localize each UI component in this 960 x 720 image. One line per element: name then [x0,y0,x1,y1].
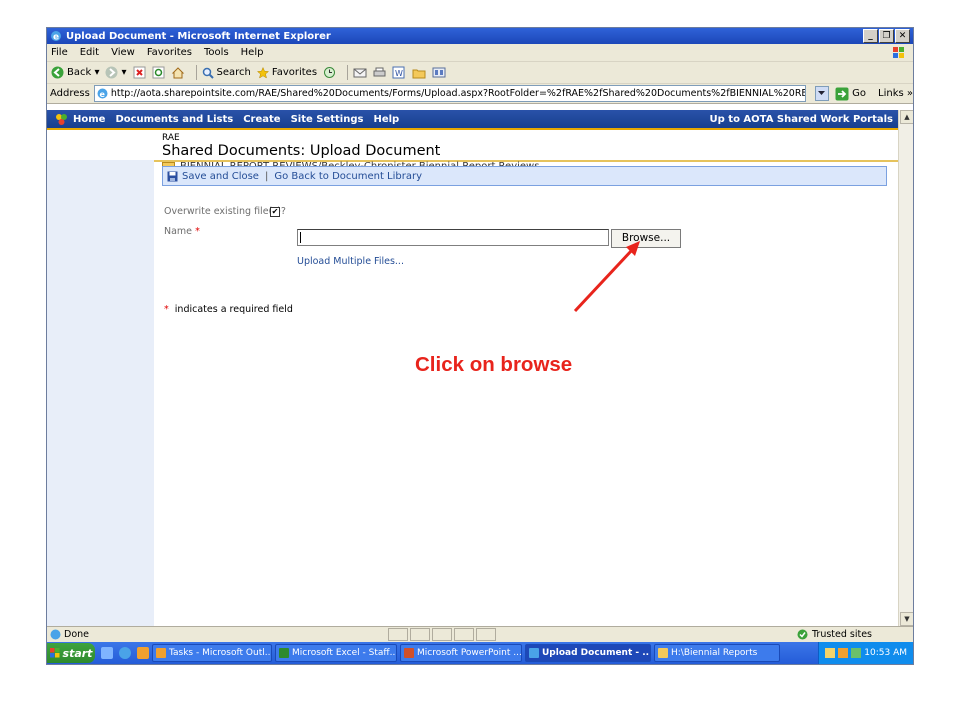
search-button[interactable]: Search [202,67,251,79]
task-label: Microsoft PowerPoint ... [417,648,522,658]
start-button[interactable]: start [47,643,95,663]
menu-file[interactable]: File [51,47,68,58]
status-cell [476,628,496,641]
check-icon [797,629,808,640]
search-label: Search [216,67,251,78]
favorites-button[interactable]: Favorites [256,66,318,79]
refresh-icon[interactable] [152,66,165,79]
toolbar-separator [195,65,197,80]
status-text: Done [64,629,89,640]
menu-bar: File Edit View Favorites Tools Help [47,44,913,62]
address-bar: Address e http://aota.sharepointsite.com… [47,84,913,104]
star-icon [256,66,269,79]
ie-icon: e [51,31,61,43]
vertical-scrollbar[interactable]: ▲ ▼ [898,110,913,626]
menu-favorites[interactable]: Favorites [147,47,192,58]
windows-taskbar: start Tasks - Microsoft Outl... Microsof… [47,642,913,664]
ie-icon [529,648,539,658]
quicklaunch-ie-icon[interactable] [119,647,131,659]
back-label: Back [67,67,92,78]
toolbar-separator [347,65,349,80]
print-icon[interactable] [373,67,386,79]
instruction-callout: Click on browse [415,353,573,376]
windows-flag-icon [49,648,60,658]
address-input[interactable]: e http://aota.sharepointsite.com/RAE/Sha… [93,85,806,102]
quicklaunch-outlook-icon[interactable] [137,647,149,659]
links-label: Links [878,88,904,99]
forward-arrow-icon [105,66,118,79]
system-tray: 10:53 AM [818,642,913,664]
powerpoint-icon [404,648,414,658]
security-zone-label: Trusted sites [812,629,873,640]
search-icon [202,67,214,79]
task-label: Microsoft Excel - Staff... [292,648,397,658]
start-label: start [62,646,93,660]
history-icon[interactable] [323,66,336,79]
menu-view[interactable]: View [111,47,135,58]
window-title: Upload Document - Microsoft Internet Exp… [66,30,331,42]
go-button[interactable]: Go [835,87,866,101]
mail-icon[interactable] [353,67,367,79]
page-content: Home Documents and Lists Create Site Set… [47,110,899,626]
go-arrow-icon [835,87,849,100]
status-cell [388,628,408,641]
outlook-tray-icon[interactable] [838,648,849,658]
task-biennial-reports-folder[interactable]: H:\Biennial Reports [654,644,780,662]
menu-edit[interactable]: Edit [80,47,99,58]
security-zone: Trusted sites [793,629,913,640]
favorites-label: Favorites [271,67,318,78]
task-upload-document[interactable]: Upload Document - ... [525,644,651,662]
menu-tools[interactable]: Tools [204,47,229,58]
restore-button[interactable]: ❐ [879,29,894,43]
mail-tray-icon[interactable] [825,648,836,658]
status-cell [410,628,430,641]
scroll-up-icon[interactable]: ▲ [900,110,913,124]
back-arrow-icon [51,66,64,79]
chevron-down-icon [818,91,826,95]
clock: 10:53 AM [864,648,907,658]
task-excel[interactable]: Microsoft Excel - Staff... [275,644,397,662]
status-cell [454,628,474,641]
svg-text:e: e [53,33,59,43]
menu-help[interactable]: Help [241,47,264,58]
messenger-icon[interactable] [432,66,446,79]
svg-text:W: W [395,69,403,78]
folder-icon[interactable] [412,67,426,79]
task-outlook[interactable]: Tasks - Microsoft Outl... [152,644,272,662]
forward-button[interactable]: ▾ [105,66,127,79]
close-button[interactable]: ✕ [895,29,910,43]
address-url: http://aota.sharepointsite.com/RAE/Share… [110,88,805,99]
minimize-button[interactable]: _ [863,29,878,43]
folder-icon [658,648,668,658]
go-label: Go [852,88,866,99]
back-button[interactable]: Back ▾ [51,66,99,79]
word-edit-icon[interactable]: W [392,66,406,79]
stop-icon[interactable] [133,66,146,79]
task-label: Upload Document - ... [542,648,651,658]
browser-window: e Upload Document - Microsoft Internet E… [47,28,913,664]
svg-text:e: e [99,90,105,99]
status-cell [432,628,452,641]
outlook-icon [156,648,166,658]
links-button[interactable]: Links » [878,88,913,99]
task-label: H:\Biennial Reports [671,648,758,658]
task-label: Tasks - Microsoft Outl... [169,648,272,658]
task-powerpoint[interactable]: Microsoft PowerPoint ... [400,644,522,662]
quicklaunch-desktop-icon[interactable] [101,647,113,659]
windows-logo-icon [893,46,904,58]
excel-icon [279,648,289,658]
status-bar: Done Trusted sites [47,626,913,642]
address-dropdown-button[interactable] [814,86,829,101]
address-label: Address [50,88,90,99]
page-done-icon [50,629,61,640]
page-icon: e [97,88,108,99]
home-icon[interactable] [171,66,185,79]
scroll-down-icon[interactable]: ▼ [900,612,913,626]
title-bar: e Upload Document - Microsoft Internet E… [47,28,913,44]
network-tray-icon[interactable] [851,648,862,658]
standard-toolbar: Back ▾ ▾ Search Favorites W [47,62,913,84]
